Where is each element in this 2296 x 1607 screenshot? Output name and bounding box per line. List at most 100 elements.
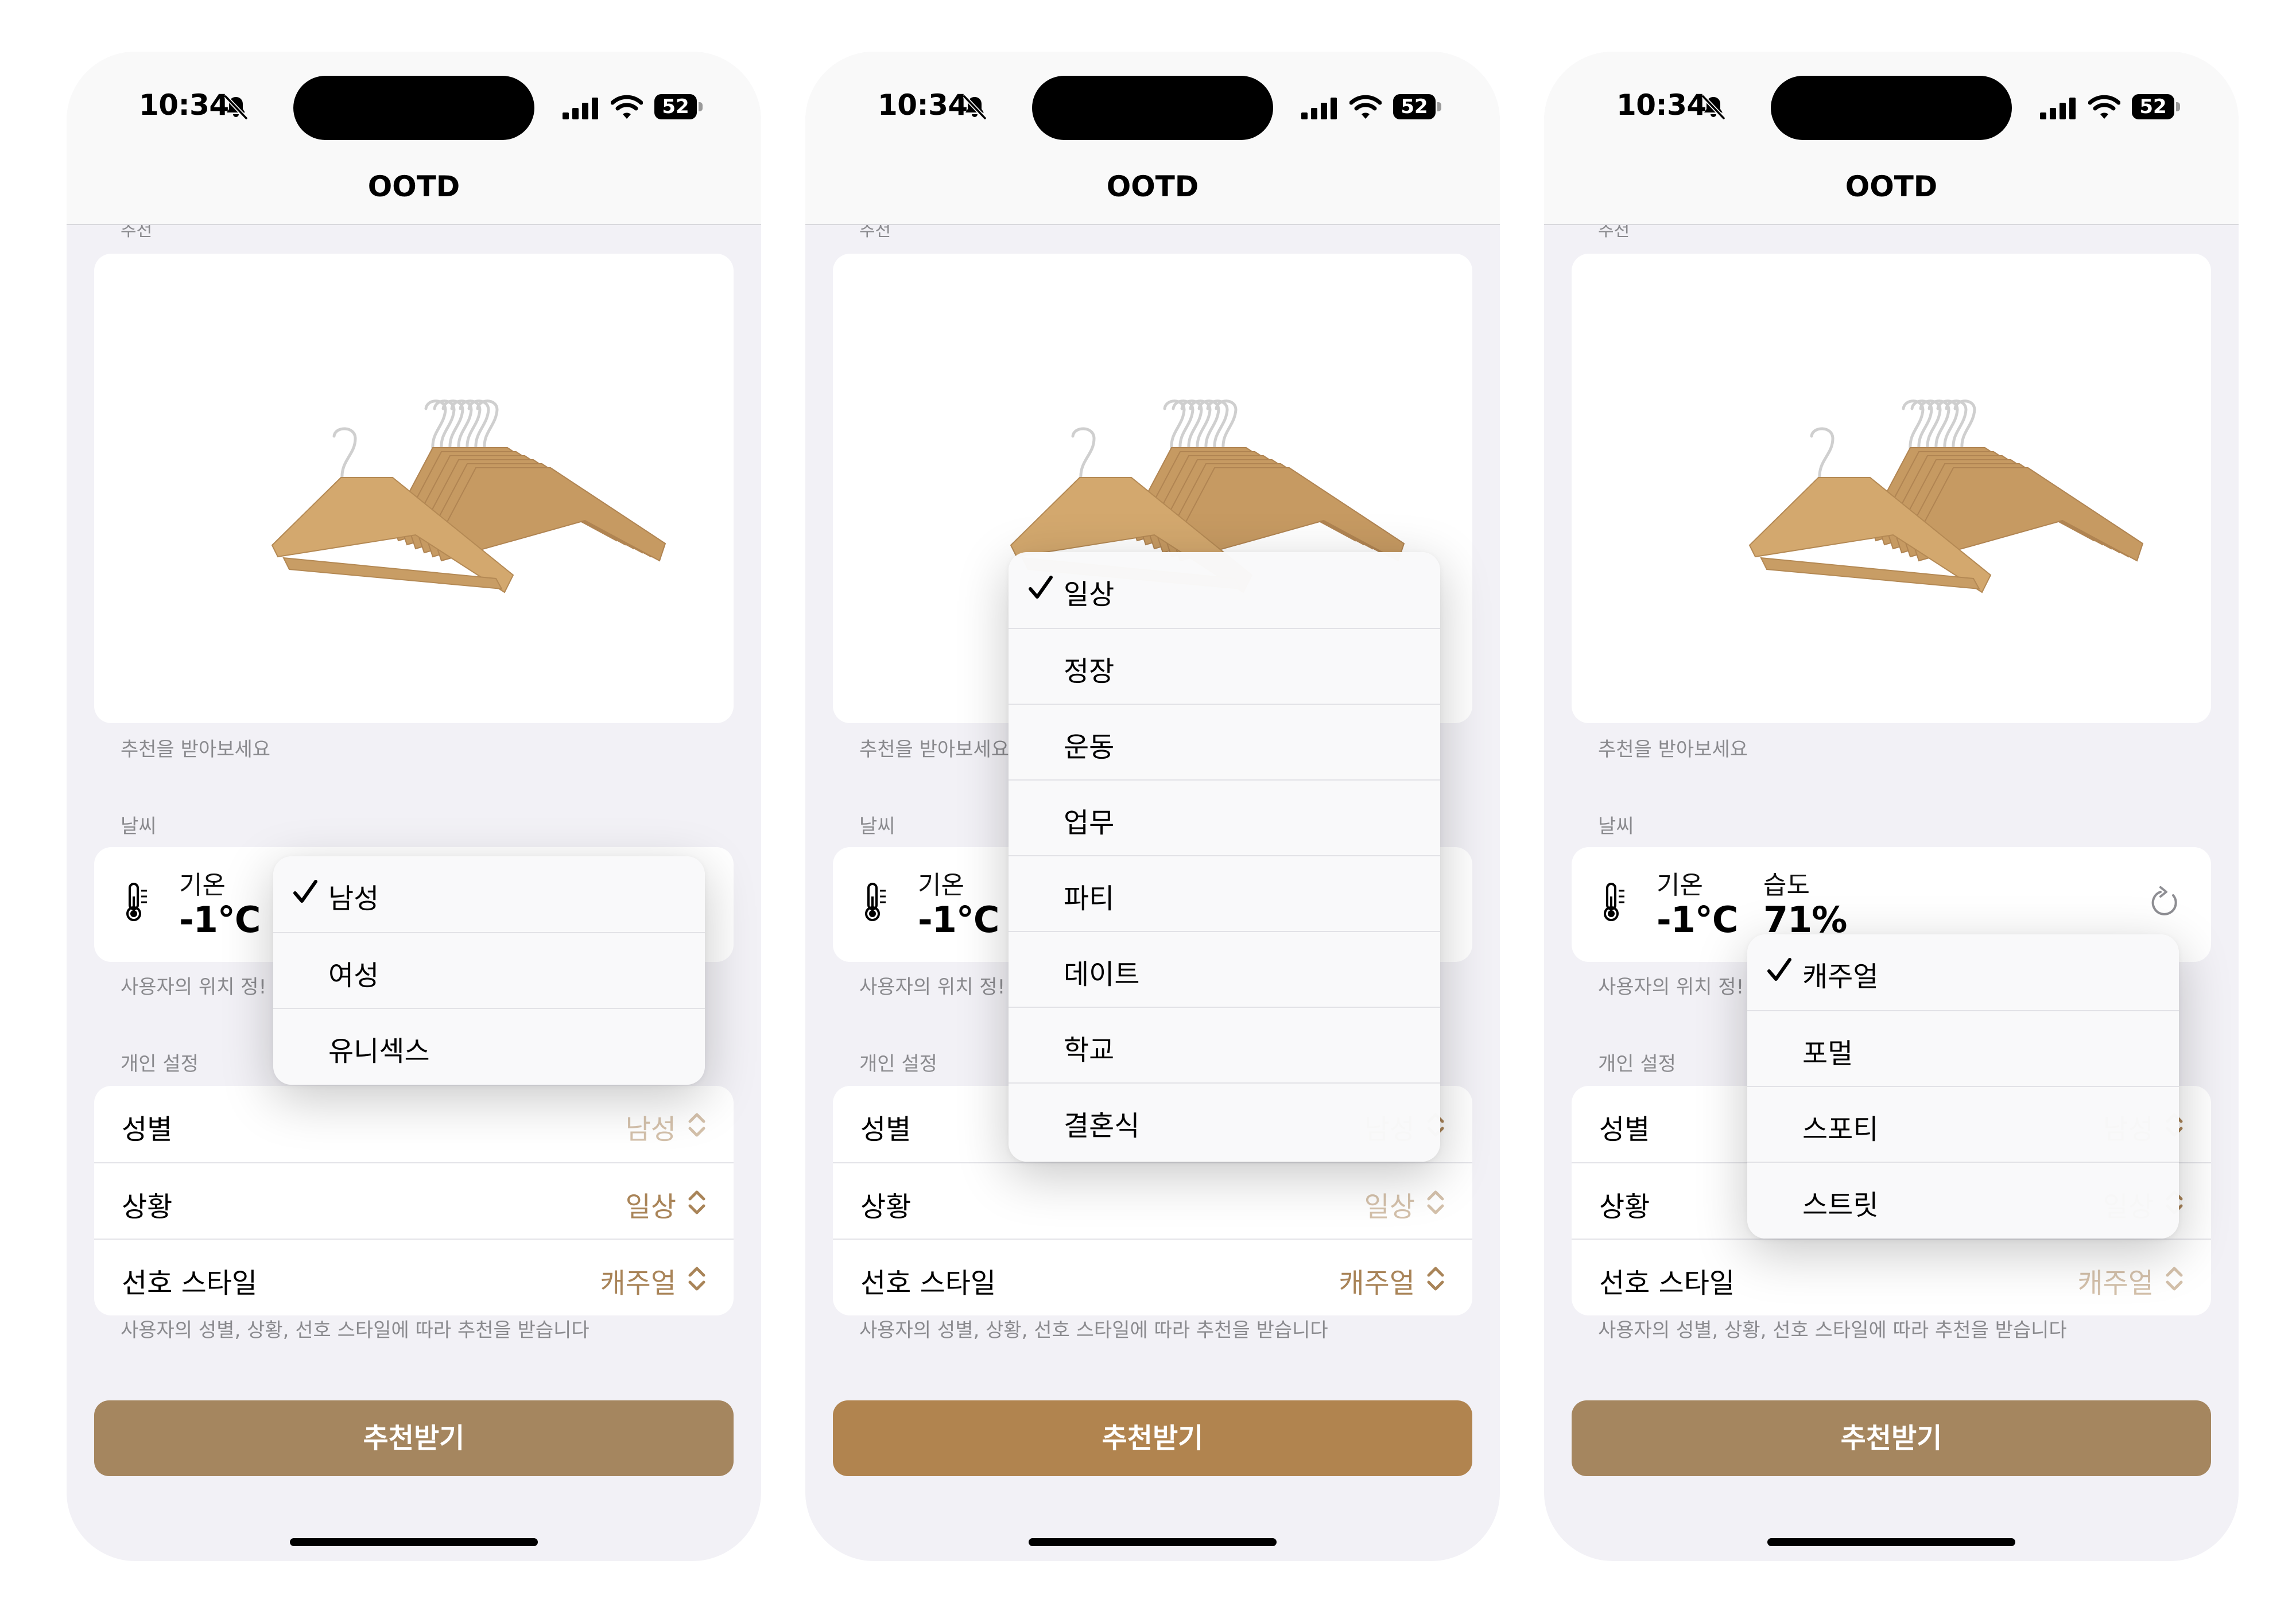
menu-option-label: 남성 (328, 883, 379, 915)
menu-option-label: 운동 (1064, 731, 1115, 763)
menu-option-label: 학교 (1064, 1034, 1115, 1066)
chevron-up-down-icon (1427, 1190, 1444, 1214)
menu-option-date[interactable]: 데이트 (1009, 931, 1440, 1007)
refresh-icon[interactable] (2148, 885, 2181, 919)
home-indicator[interactable] (1767, 1538, 2015, 1546)
checkmark-icon (1029, 576, 1053, 599)
gender-label: 성별 (860, 1113, 912, 1146)
menu-option-party[interactable]: 파티 (1009, 855, 1440, 931)
menu-option-sporty[interactable]: 스포티 (1747, 1086, 2179, 1162)
home-indicator[interactable] (1029, 1538, 1277, 1546)
situation-menu: 일상 정장 운동 업무 파티 데이트 학교 결혼식 (1009, 552, 1440, 1162)
menu-option-unisex[interactable]: 유니섹스 (273, 1008, 705, 1084)
weather-section-header: 날씨 (1598, 815, 1634, 838)
settings-footer: 사용자의 성별, 상황, 선호 스타일에 따라 추천을 받습니다 (859, 1319, 1328, 1342)
battery-icon: 52 (1393, 94, 1441, 119)
top-bar: 10:34 52 OOTD (805, 52, 1500, 225)
recommendation-caption: 추천을 받아보세요 (859, 738, 1010, 761)
menu-option-label: 유니섹스 (328, 1035, 430, 1068)
menu-option-label: 스트릿 (1802, 1189, 1879, 1221)
checkmark-icon (293, 880, 317, 903)
temperature-label: 기온 (1657, 871, 1703, 900)
menu-option-male[interactable]: 남성 (273, 856, 705, 932)
menu-option-casual[interactable]: 캐주얼 (1747, 934, 2179, 1010)
style-value[interactable]: 캐주얼 (1339, 1260, 1415, 1301)
home-indicator[interactable] (290, 1538, 538, 1546)
style-row[interactable]: 선호 스타일 캐주얼 (833, 1239, 1472, 1315)
dynamic-island (1032, 76, 1273, 140)
chevron-up-down-icon (688, 1267, 705, 1291)
get-recommendation-button[interactable]: 추천받기 (833, 1400, 1472, 1476)
situation-row[interactable]: 상황 일상 (94, 1162, 734, 1239)
menu-option-label: 여성 (328, 960, 379, 992)
menu-option-female[interactable]: 여성 (273, 932, 705, 1008)
chevron-up-down-icon (688, 1190, 705, 1214)
weather-section-header: 날씨 (121, 815, 157, 838)
gender-value[interactable]: 남성 (626, 1107, 676, 1147)
settings-section-header: 개인 설정 (121, 1053, 199, 1076)
get-recommendation-button[interactable]: 추천받기 (94, 1400, 734, 1476)
chevron-up-down-icon (688, 1113, 705, 1137)
bell-slash-icon (224, 95, 248, 120)
style-value[interactable]: 캐주얼 (2078, 1260, 2154, 1301)
menu-option-label: 결혼식 (1064, 1110, 1140, 1142)
style-row[interactable]: 선호 스타일 캐주얼 (94, 1239, 734, 1315)
thermometer-icon (126, 883, 147, 921)
settings-section-header: 개인 설정 (859, 1053, 937, 1076)
nav-title: OOTD (367, 170, 460, 203)
location-caption: 사용자의 위치 정! (1598, 976, 1744, 999)
situation-value[interactable]: 일상 (626, 1184, 676, 1224)
location-caption: 사용자의 위치 정! (121, 976, 267, 999)
menu-option-exercise[interactable]: 운동 (1009, 704, 1440, 779)
style-menu: 캐주얼 포멀 스포티 스트릿 (1747, 934, 2179, 1239)
menu-option-label: 스포티 (1802, 1113, 1879, 1146)
status-time: 10:34 (878, 88, 968, 122)
menu-option-formal-suit[interactable]: 정장 (1009, 628, 1440, 704)
thermometer-icon (865, 883, 886, 921)
menu-option-wedding[interactable]: 결혼식 (1009, 1082, 1440, 1158)
menu-option-street[interactable]: 스트릿 (1747, 1162, 2179, 1237)
weather-section-header: 날씨 (859, 815, 895, 838)
situation-row[interactable]: 상황 일상 (833, 1162, 1472, 1239)
nav-title: OOTD (1106, 170, 1199, 203)
menu-option-label: 업무 (1064, 807, 1115, 839)
menu-option-work[interactable]: 업무 (1009, 779, 1440, 855)
temperature-label: 기온 (918, 871, 964, 900)
temperature-value: -1°C (1657, 899, 1738, 941)
style-label: 선호 스타일 (1599, 1267, 1735, 1299)
gender-row[interactable]: 성별 남성 (94, 1086, 734, 1162)
bell-slash-icon (963, 95, 987, 120)
chevron-up-down-icon (2166, 1267, 2183, 1291)
location-caption: 사용자의 위치 정! (859, 976, 1006, 999)
battery-icon: 52 (654, 94, 703, 119)
wifi-icon (611, 95, 643, 119)
temperature-label: 기온 (179, 871, 226, 900)
status-time: 10:34 (1616, 88, 1707, 122)
settings-card: 성별 남성 상황 일상 선호 스타일 캐주얼 (94, 1086, 734, 1315)
style-row[interactable]: 선호 스타일 캐주얼 (1572, 1239, 2211, 1315)
top-bar: 10:34 52 OOTD (1544, 52, 2239, 225)
nav-title: OOTD (1845, 170, 1938, 203)
battery-icon: 52 (2132, 94, 2180, 119)
status-time: 10:34 (139, 88, 229, 122)
menu-option-formal[interactable]: 포멀 (1747, 1010, 2179, 1086)
gender-label: 성별 (1599, 1113, 1650, 1146)
bell-slash-icon (1701, 95, 1725, 120)
outfit-image-card (1572, 254, 2211, 723)
menu-option-label: 포멀 (1802, 1038, 1853, 1070)
style-label: 선호 스타일 (860, 1267, 996, 1299)
menu-option-label: 정장 (1064, 655, 1115, 688)
menu-option-school[interactable]: 학교 (1009, 1007, 1440, 1082)
settings-section-header: 개인 설정 (1598, 1053, 1676, 1076)
menu-option-label: 데이트 (1064, 958, 1140, 991)
phone-screen-gender-menu: 10:34 52 OOTD 추천 추천을 받아보세요 날씨 기온 -1°C 사용… (67, 52, 761, 1561)
situation-value[interactable]: 일상 (1364, 1184, 1415, 1224)
cellular-signal-icon (1301, 98, 1337, 119)
get-recommendation-button[interactable]: 추천받기 (1572, 1400, 2211, 1476)
outfit-image-card (94, 254, 734, 723)
style-value[interactable]: 캐주얼 (600, 1260, 676, 1301)
settings-footer: 사용자의 성별, 상황, 선호 스타일에 따라 추천을 받습니다 (1598, 1319, 2067, 1342)
menu-option-daily[interactable]: 일상 (1009, 552, 1440, 628)
menu-option-label: 캐주얼 (1802, 961, 1879, 993)
dynamic-island (1771, 76, 2012, 140)
